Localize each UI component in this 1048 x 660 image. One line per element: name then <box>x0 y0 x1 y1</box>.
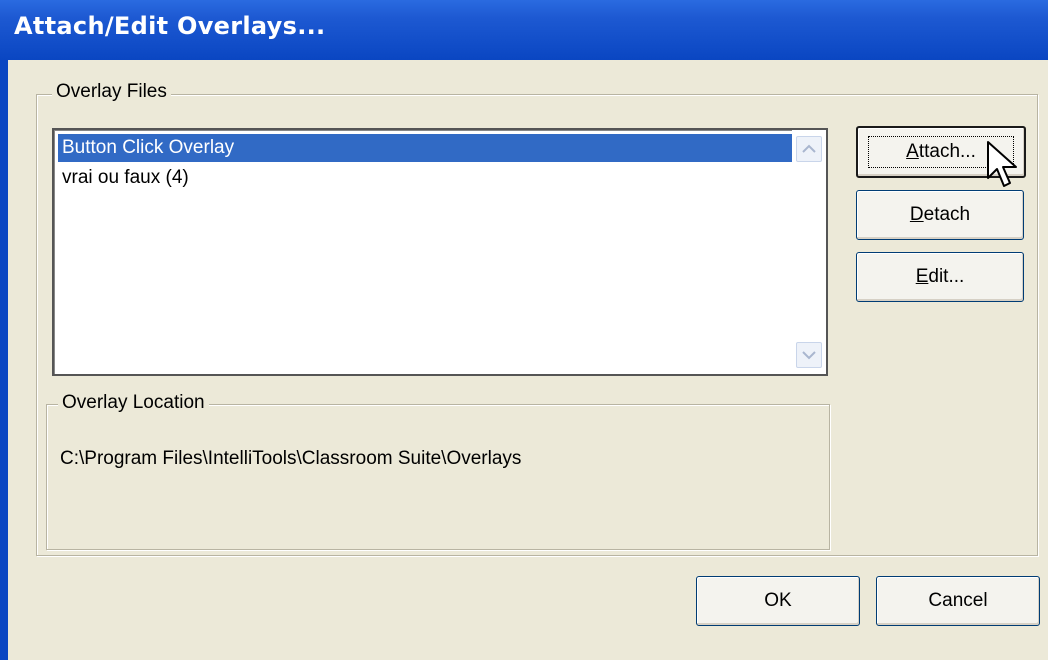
cancel-button[interactable]: Cancel <box>876 576 1040 626</box>
scroll-down-arrow-icon[interactable] <box>796 342 822 368</box>
ok-button[interactable]: OK <box>696 576 860 626</box>
edit-button[interactable]: Edit... <box>856 252 1024 302</box>
overlay-files-label: Overlay Files <box>52 81 171 103</box>
title-bar[interactable]: Attach/Edit Overlays... <box>0 0 1048 60</box>
detach-button-label: Detach <box>909 204 971 225</box>
window-left-border <box>0 60 8 660</box>
arrow-cursor-icon <box>987 141 1017 187</box>
overlay-location-label: Overlay Location <box>58 392 209 414</box>
dialog-title: Attach/Edit Overlays... <box>14 12 326 40</box>
overlay-files-list[interactable]: Button Click Overlay vrai ou faux (4) <box>52 128 828 376</box>
list-scrollbar[interactable] <box>792 130 826 374</box>
detach-button[interactable]: Detach <box>856 190 1024 240</box>
overlay-location-groupbox <box>46 404 830 550</box>
scroll-up-arrow-icon[interactable] <box>796 136 822 162</box>
dialog-window: Attach/Edit Overlays... Overlay Files Bu… <box>0 0 1048 660</box>
list-item-button-click-overlay[interactable]: Button Click Overlay <box>58 134 792 162</box>
overlay-location-path: C:\Program Files\IntelliTools\Classroom … <box>60 448 522 469</box>
edit-button-label: Edit... <box>915 266 965 287</box>
list-item-vrai-ou-faux[interactable]: vrai ou faux (4) <box>58 164 792 192</box>
